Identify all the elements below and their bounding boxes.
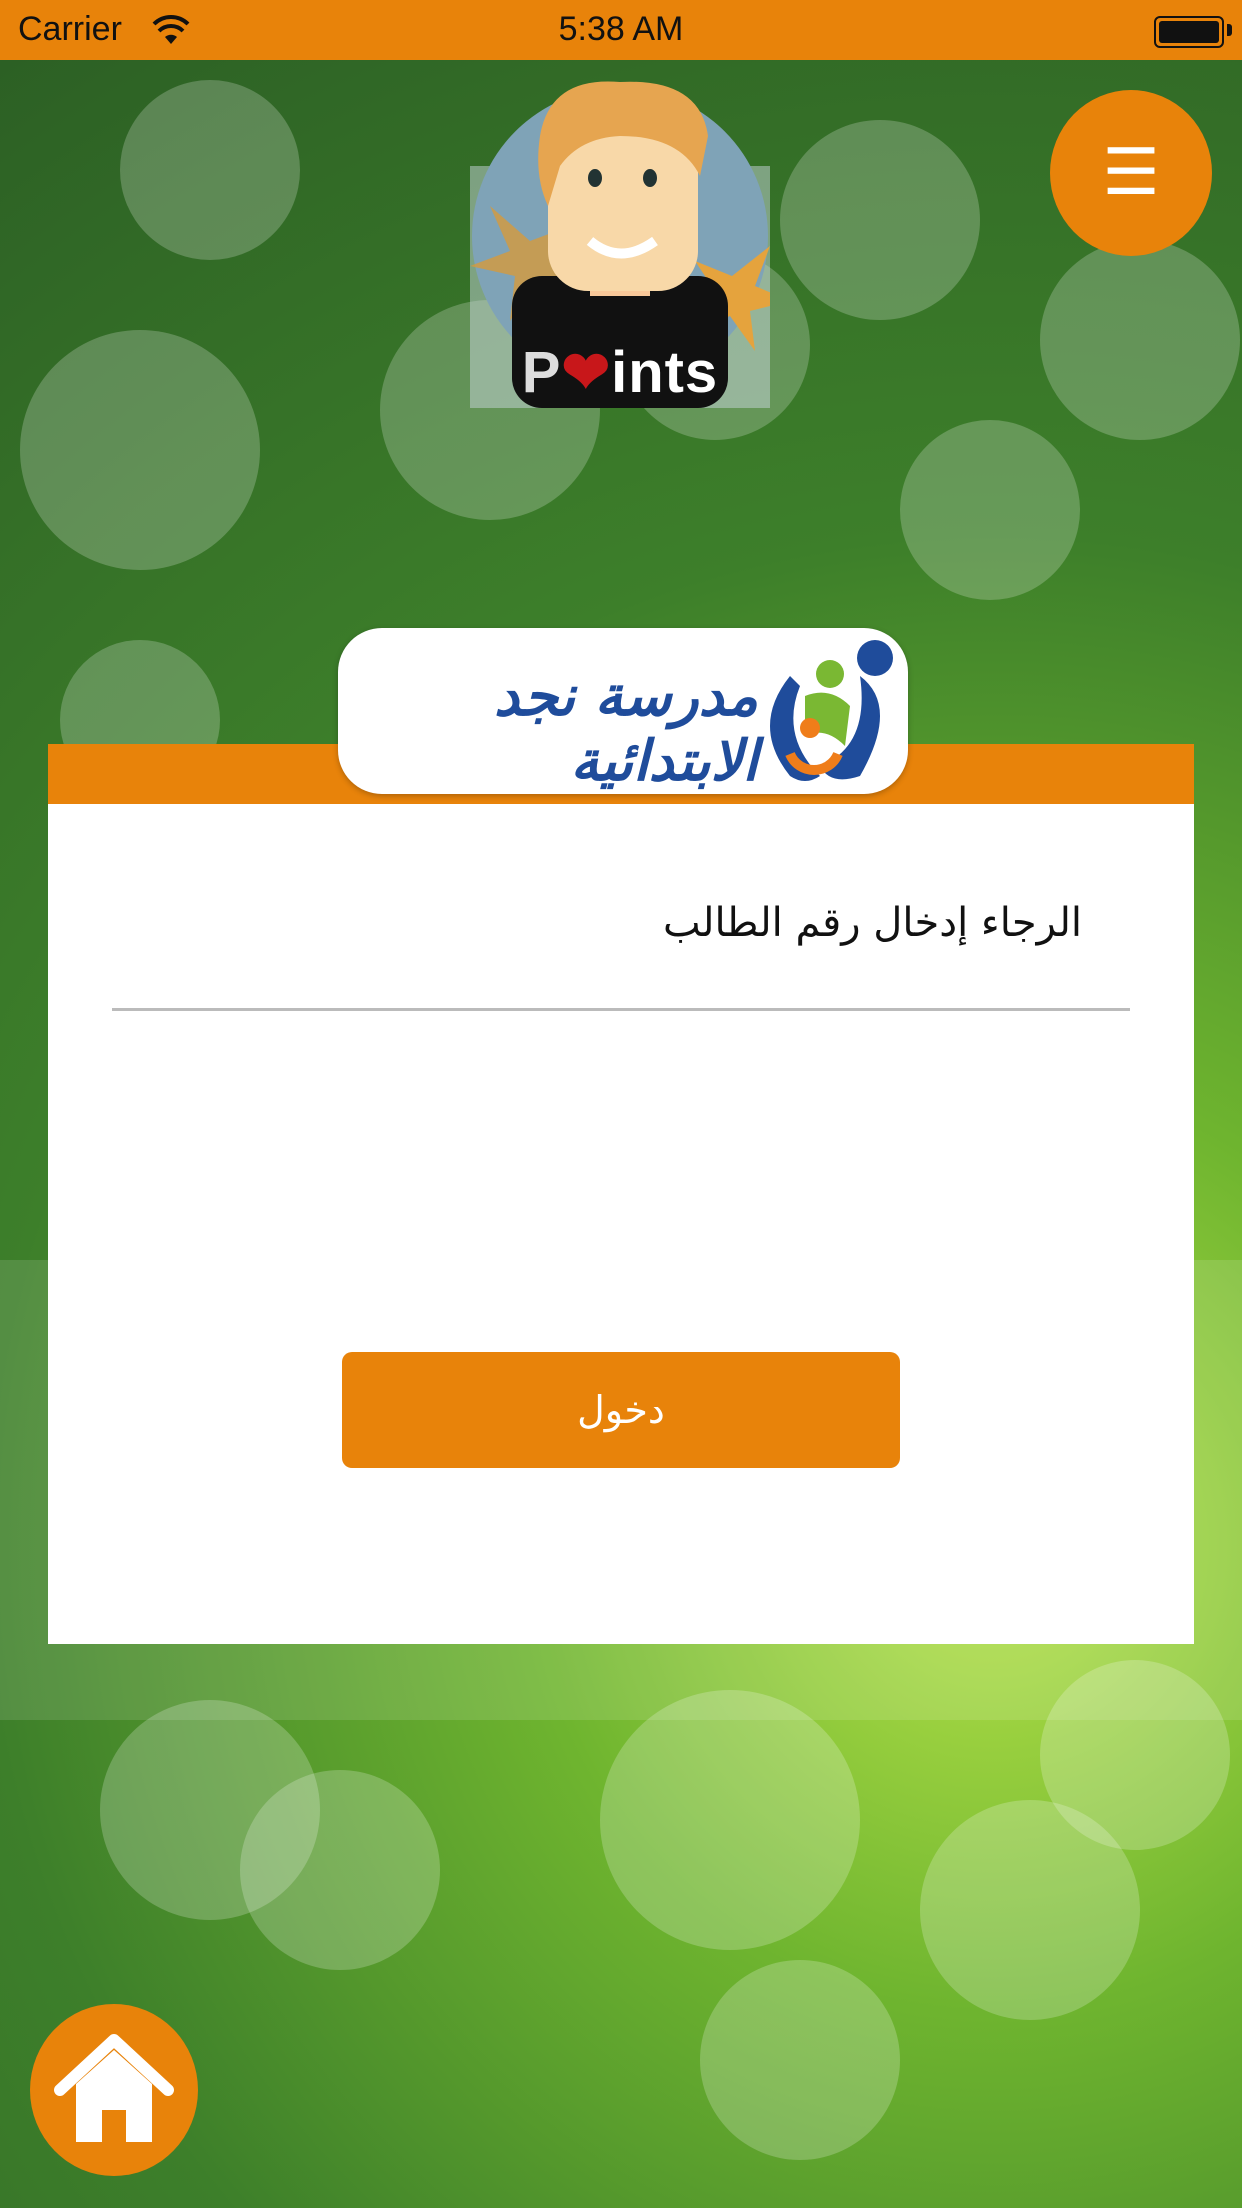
school-name: مدرسة نجد الابتدائية	[493, 664, 758, 794]
student-id-label: الرجاء إدخال رقم الطالب	[663, 900, 1082, 946]
home-button[interactable]	[30, 2004, 198, 2176]
login-card	[48, 744, 1194, 1644]
logo-wordmark: P❤ints	[470, 338, 770, 406]
family-logo-icon	[770, 640, 893, 781]
login-button[interactable]: دخول	[342, 1352, 900, 1468]
battery-icon	[1154, 16, 1224, 48]
hamburger-icon: ☰	[1102, 136, 1160, 210]
student-id-input[interactable]	[112, 960, 1130, 1011]
app-logo: P❤ints	[470, 76, 790, 408]
status-bar: Carrier 5:38 AM	[0, 0, 1242, 60]
logo-letters-ints: ints	[611, 340, 719, 405]
status-time: 5:38 AM	[558, 10, 684, 48]
logo-letter-p: P	[521, 340, 562, 405]
battery-tip	[1227, 24, 1232, 36]
menu-button[interactable]: ☰	[1050, 90, 1212, 256]
heart-icon: ❤	[561, 340, 612, 405]
school-badge: مدرسة نجد الابتدائية	[338, 628, 908, 794]
home-icon	[54, 2034, 174, 2142]
